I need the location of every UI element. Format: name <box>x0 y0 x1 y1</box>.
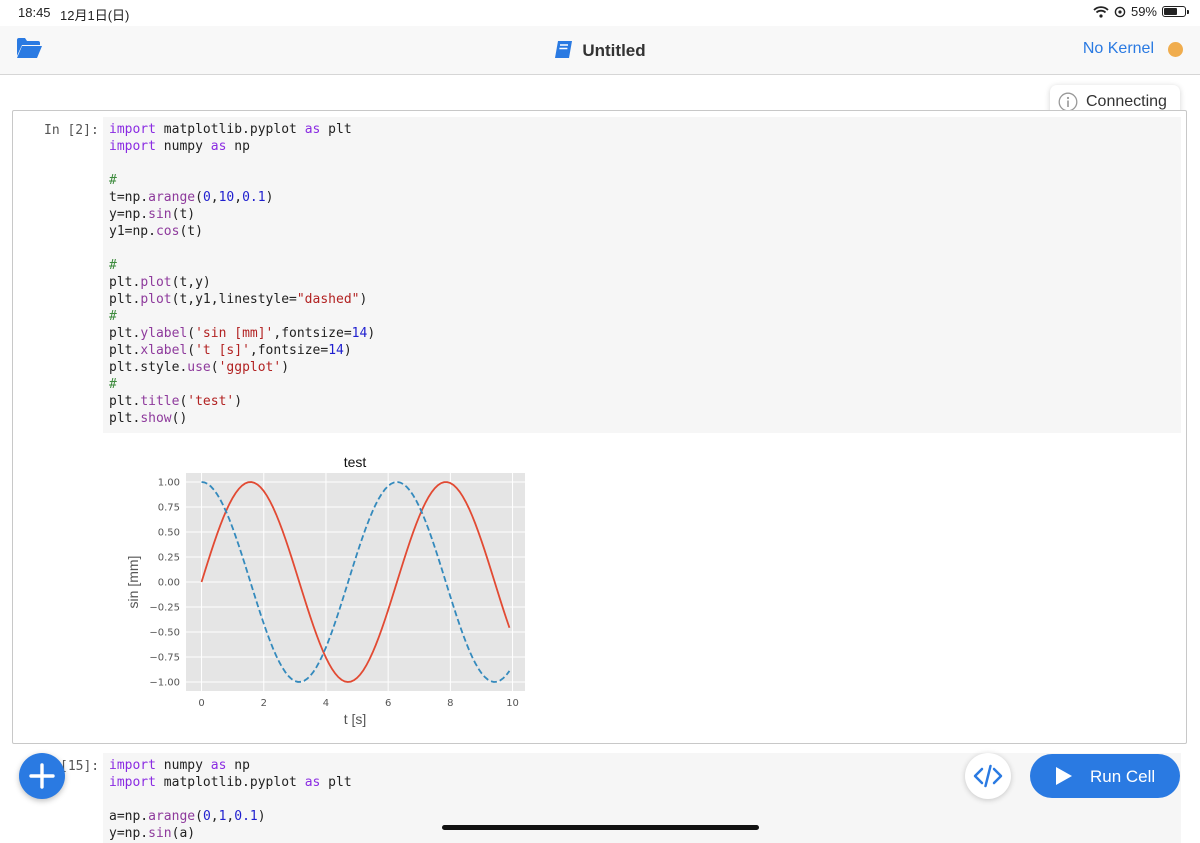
y-tick-label: 0.75 <box>158 503 180 514</box>
notebook-title: Untitled <box>0 40 1200 61</box>
chart-ylabel: sin [mm] <box>125 556 141 609</box>
code-line: plt.show() <box>109 411 188 426</box>
chart-title: test <box>344 454 367 470</box>
plot-output: test sin [mm] t [s] 0 2 4 6 8 10 1.00 0.75 0.50 0… <box>125 454 525 727</box>
code-line: # <box>109 173 117 188</box>
y-tick-label: 1.00 <box>158 478 180 489</box>
add-cell-button[interactable] <box>19 753 65 799</box>
notebook-icon <box>555 41 573 58</box>
code-line: import numpy as np <box>109 758 250 773</box>
code-line: # <box>109 309 117 324</box>
cell-prompt: In [2]: <box>44 123 99 138</box>
code-line: import matplotlib.pyplot as plt <box>109 122 352 137</box>
chart-xlabel: t [s] <box>344 711 367 727</box>
y-tick-label: 0.00 <box>158 578 180 589</box>
code-line: plt.style.use('ggplot') <box>109 360 290 375</box>
x-tick-label: 4 <box>323 698 329 709</box>
location-icon <box>1114 6 1126 17</box>
code-editor[interactable]: import matplotlib.pyplot as plt import nu… <box>103 117 1181 433</box>
code-line: import matplotlib.pyplot as plt <box>109 775 352 790</box>
code-line: # <box>109 377 117 392</box>
kernel-button[interactable]: No Kernel <box>1083 40 1154 58</box>
run-cell-label: Run Cell <box>1090 767 1156 786</box>
toast-label: Connecting <box>1086 93 1167 110</box>
run-cell-button[interactable]: Run Cell <box>1030 754 1180 798</box>
info-icon <box>1058 92 1078 112</box>
battery-percent: 59% <box>1130 4 1157 19</box>
y-tick-label: 0.50 <box>158 528 180 539</box>
code-line: plt.plot(t,y1,linestyle="dashed") <box>109 292 368 307</box>
y-tick-label: −0.25 <box>149 603 180 614</box>
code-view-button[interactable] <box>965 753 1011 799</box>
notebook-title-text: Untitled <box>582 41 646 60</box>
y-tick-label: 0.25 <box>158 553 180 564</box>
code-line: plt.xlabel('t [s]',fontsize=14) <box>109 343 352 358</box>
code-line: plt.plot(t,y) <box>109 275 211 290</box>
code-line: y=np.sin(t) <box>109 207 196 222</box>
y-tick-label: −0.50 <box>149 628 180 639</box>
code-line: y1=np.cos(t) <box>109 224 203 239</box>
code-line: # <box>109 258 117 273</box>
code-icon <box>973 764 1003 788</box>
home-indicator <box>442 825 759 830</box>
x-tick-label: 10 <box>506 698 519 709</box>
x-tick-label: 0 <box>198 698 204 709</box>
battery-icon <box>1162 6 1189 17</box>
status-time: 18:45 <box>18 5 51 20</box>
code-line: plt.title('test') <box>109 394 243 409</box>
code-line: plt.ylabel('sin [mm]',fontsize=14) <box>109 326 376 341</box>
code-line: a=np.arange(0,1,0.1) <box>109 809 266 824</box>
y-tick-label: −1.00 <box>149 678 180 689</box>
code-line: import numpy as np <box>109 139 250 154</box>
cell-prompt-2: [15]: <box>60 759 100 774</box>
y-tick-label: −0.75 <box>149 653 180 664</box>
status-date: 12月1日(日) <box>60 8 130 23</box>
x-tick-label: 8 <box>447 698 453 709</box>
code-line: t=np.arange(0,10,0.1) <box>109 190 274 205</box>
plus-icon <box>29 763 55 789</box>
wifi-icon <box>1093 5 1109 18</box>
kernel-status-dot <box>1168 42 1183 57</box>
status-right: 59% <box>1093 4 1189 19</box>
x-tick-label: 2 <box>261 698 267 709</box>
status-bar: 18:45 12月1日(日) 59% <box>0 0 1200 26</box>
x-tick-label: 6 <box>385 698 391 709</box>
navbar: Untitled No Kernel <box>0 26 1200 75</box>
play-icon <box>1056 767 1072 785</box>
